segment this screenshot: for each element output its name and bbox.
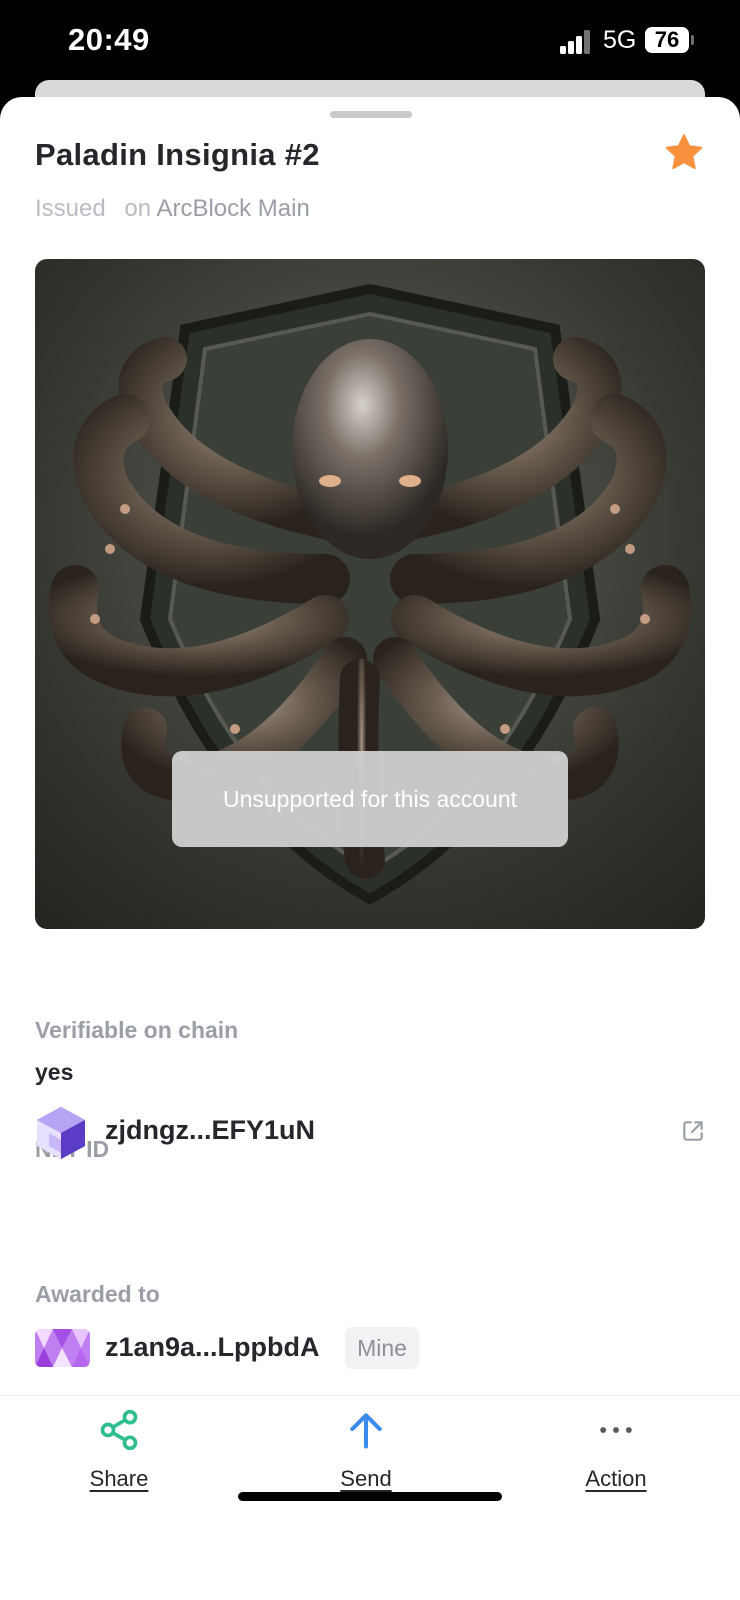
share-button[interactable]: Share <box>39 1408 199 1518</box>
chain-name[interactable]: ArcBlock Main <box>156 195 309 222</box>
nft-id-value[interactable]: zjdngz...EFY1uN <box>105 1115 315 1146</box>
issued-on-word: on <box>124 195 152 222</box>
external-link-icon[interactable] <box>680 1118 706 1144</box>
sheet-grabber[interactable] <box>330 111 412 118</box>
home-indicator[interactable] <box>238 1492 502 1501</box>
issued-info: Issued on ArcBlock Main <box>35 195 310 223</box>
verifiable-label: Verifiable on chain <box>35 1017 239 1043</box>
arrow-up-icon <box>350 1413 382 1449</box>
nft-detail-screen: 20:49 5G 76 Paladin Insignia #2 Issued o… <box>0 0 740 1600</box>
awarded-avatar <box>35 1329 90 1367</box>
status-time: 20:49 <box>68 22 150 57</box>
action-label: Action <box>585 1466 647 1491</box>
network-type: 5G <box>603 26 637 54</box>
mine-badge: Mine <box>345 1327 419 1369</box>
nft-id-avatar <box>37 1107 85 1159</box>
more-icon <box>600 1427 632 1433</box>
battery-level: 76 <box>654 27 680 52</box>
issued-prefix: Issued <box>35 195 106 222</box>
battery-icon: 76 <box>645 27 689 53</box>
verifiable-value: yes <box>35 1059 74 1085</box>
awarded-row[interactable]: z1an9a...LppbdA Mine <box>35 1327 705 1371</box>
action-button[interactable]: Action <box>536 1408 696 1518</box>
send-button[interactable]: Send <box>286 1408 446 1518</box>
share-label: Share <box>89 1466 149 1491</box>
signal-icon <box>560 30 592 54</box>
awarded-label: Awarded to <box>35 1281 160 1307</box>
status-bar: 20:49 5G 76 <box>0 0 740 82</box>
share-icon <box>100 1409 138 1451</box>
send-label: Send <box>340 1466 392 1491</box>
awarded-value[interactable]: z1an9a...LppbdA <box>105 1332 320 1363</box>
toast-message: Unsupported for this account <box>172 751 568 847</box>
nft-id-row[interactable]: zjdngz...EFY1uN <box>35 1105 705 1161</box>
battery-tip <box>691 35 694 45</box>
nft-detail-sheet: Paladin Insignia #2 Issued on ArcBlock M… <box>0 97 740 1600</box>
nft-title: Paladin Insignia #2 <box>35 137 320 172</box>
star-icon[interactable] <box>662 131 706 175</box>
